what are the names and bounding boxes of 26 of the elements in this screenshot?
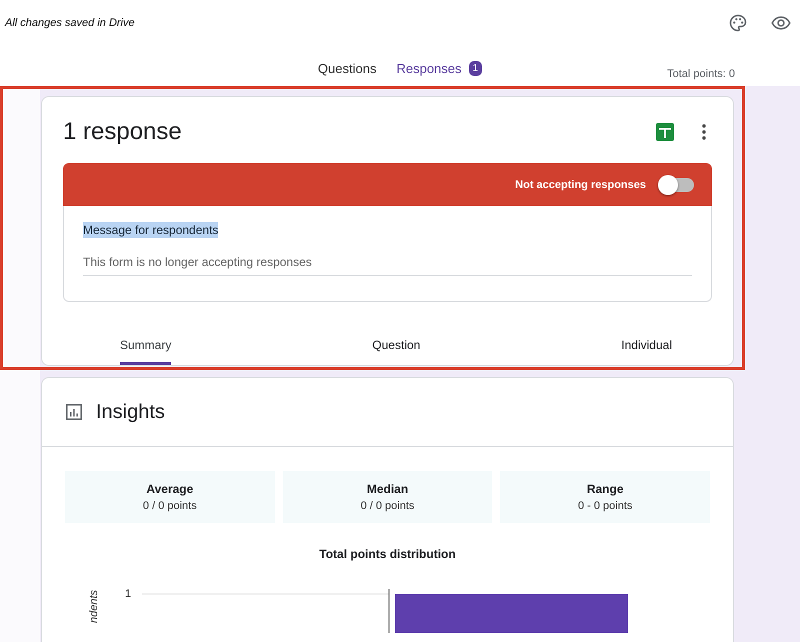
count-badge: 1 [468,60,482,76]
stat-value: 0 / 0 points [142,500,197,512]
palette-icon[interactable] [728,13,748,33]
responses-title: 1 response [63,118,182,146]
view-tab[interactable]: Question [372,338,420,365]
stat-label: Average [146,482,194,496]
more-options-icon[interactable] [702,124,706,140]
bar-chart-icon [66,404,82,420]
view-tab[interactable]: Summary [120,338,172,365]
banner-label: Not accepting responses [515,178,646,190]
save-status: All changes saved in Drive [5,17,135,29]
tick-label: 1 [125,588,132,600]
header-tab[interactable]: Questions [310,57,384,90]
message-field[interactable]: This form is no longer accepting responses [83,251,692,276]
stat-label: Range [586,482,624,496]
chart-title: Total points distribution [318,547,457,561]
view-tab[interactable]: Individual [621,338,672,365]
total-points: Total points: 0 [667,68,735,80]
spreadsheet-icon[interactable] [656,123,674,141]
stat-value: 0 - 0 points [578,500,632,512]
accepting-toggle[interactable] [660,178,694,192]
axis-label: ndents [88,590,100,623]
insights-title: Insights [96,400,165,424]
stat-value: 0 / 0 points [360,500,414,512]
stat-label: Median [366,482,408,496]
message-label: Message for respondents [83,222,218,238]
